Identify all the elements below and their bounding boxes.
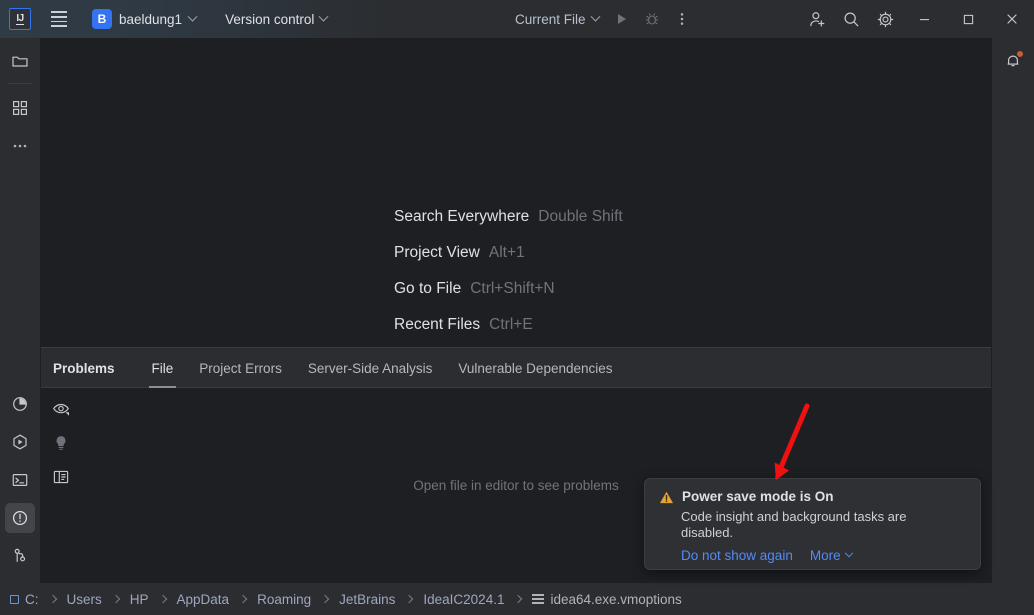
hint-row: Go to File Ctrl+Shift+N — [41, 280, 991, 316]
file-lines-icon — [532, 594, 545, 604]
breadcrumb-separator-icon — [158, 594, 167, 604]
right-tool-window-stripe — [991, 38, 1034, 583]
breadcrumb-separator-icon — [48, 594, 57, 604]
breadcrumb-separator-icon — [111, 594, 121, 604]
tab-vulnerable-dependencies[interactable]: Vulnerable Dependencies — [445, 349, 625, 388]
problems-panel-title: Problems — [53, 360, 115, 376]
warning-triangle-icon — [659, 491, 674, 504]
breadcrumb-item-ideaic[interactable]: IdeaIC2024.1 — [423, 592, 504, 607]
run-configuration-label: Current File — [515, 11, 586, 27]
chevron-down-icon — [187, 11, 198, 22]
hint-label: Recent Files — [394, 316, 481, 333]
power-save-notification-popup[interactable]: Power save mode is On Code insight and b… — [644, 478, 981, 570]
gear-icon[interactable] — [868, 2, 902, 36]
close-icon[interactable] — [990, 0, 1034, 38]
hint-shortcut: Double Shift — [538, 208, 623, 225]
run-icon[interactable] — [608, 5, 636, 33]
hint-label: Project View — [394, 244, 480, 261]
notification-more-button[interactable]: More — [809, 548, 853, 563]
breadcrumb-item-drive[interactable]: C: — [25, 592, 39, 607]
left-stripe-bottom-group — [5, 381, 35, 583]
debug-icon[interactable] — [638, 5, 666, 33]
hamburger-menu-icon[interactable] — [42, 2, 76, 36]
sidebar-item-profiler[interactable] — [5, 389, 35, 419]
editor-shortcut-hints: Search Everywhere Double Shift Project V… — [41, 208, 991, 352]
hint-row: Recent Files Ctrl+E — [41, 316, 991, 352]
sidebar-item-version-control[interactable] — [5, 541, 35, 571]
sidebar-item-problems[interactable] — [5, 503, 35, 533]
breadcrumb-item-roaming[interactable]: Roaming — [257, 592, 311, 607]
version-control-widget[interactable]: Version control — [219, 6, 333, 32]
run-configuration-selector[interactable]: Current File — [508, 6, 606, 32]
breadcrumb-separator-icon — [238, 594, 248, 604]
notification-actions: Do not show again More — [681, 548, 968, 563]
chevron-down-icon — [318, 11, 329, 22]
status-bar: C: Users HP AppData Roaming JetBrains Id… — [0, 583, 1034, 615]
left-tool-window-stripe — [0, 38, 41, 583]
breadcrumb-item-file[interactable]: idea64.exe.vmoptions — [550, 592, 681, 607]
tab-server-side-analysis[interactable]: Server-Side Analysis — [295, 349, 446, 388]
breadcrumb-separator-icon — [320, 594, 330, 604]
tab-project-errors[interactable]: Project Errors — [186, 349, 295, 388]
project-badge: B — [92, 9, 112, 29]
hint-shortcut: Alt+1 — [488, 244, 525, 261]
notifications-bell-icon[interactable] — [998, 46, 1028, 76]
breadcrumb-separator-icon — [514, 594, 523, 604]
more-vertical-icon[interactable] — [668, 5, 696, 33]
notification-title: Power save mode is On — [682, 489, 834, 504]
editor-empty-area: Search Everywhere Double Shift Project V… — [41, 38, 991, 348]
title-bar-left-group: IJ B baeldung1 Version control — [0, 0, 333, 38]
chevron-down-icon — [844, 548, 853, 557]
breadcrumb-item-hp[interactable]: HP — [130, 592, 149, 607]
breadcrumb-item-appdata[interactable]: AppData — [177, 592, 230, 607]
breadcrumb-item-users[interactable]: Users — [67, 592, 102, 607]
ij-logo-icon[interactable]: IJ — [9, 8, 31, 30]
project-name-label: baeldung1 — [119, 11, 183, 27]
drive-icon — [10, 594, 19, 604]
sidebar-item-more[interactable] — [5, 131, 35, 161]
hint-row: Search Everywhere Double Shift — [41, 208, 991, 244]
do-not-show-again-link[interactable]: Do not show again — [681, 548, 793, 563]
chevron-down-icon — [590, 11, 600, 22]
search-icon[interactable] — [834, 2, 868, 36]
notification-body-text: Code insight and background tasks are di… — [681, 509, 907, 540]
hint-label: Search Everywhere — [394, 208, 530, 225]
sidebar-item-project[interactable] — [5, 46, 35, 76]
breadcrumb: C: Users HP AppData Roaming JetBrains Id… — [10, 583, 682, 615]
add-user-icon[interactable] — [800, 2, 834, 36]
tab-file[interactable]: File — [139, 349, 187, 388]
notification-badge-dot — [1016, 50, 1024, 58]
breadcrumb-item-jetbrains[interactable]: JetBrains — [339, 592, 395, 607]
stripe-divider — [8, 83, 32, 84]
run-widget-group: Current File — [508, 0, 696, 38]
problems-tab-bar: Problems File Project Errors Server-Side… — [41, 349, 991, 388]
breadcrumb-separator-icon — [405, 594, 414, 604]
maximize-icon[interactable] — [946, 0, 990, 38]
title-bar: IJ B baeldung1 Version control Current F… — [0, 0, 1034, 38]
project-selector[interactable]: B baeldung1 — [88, 6, 203, 32]
title-bar-right-group — [800, 0, 1034, 38]
sidebar-item-terminal[interactable] — [5, 465, 35, 495]
sidebar-item-structure[interactable] — [5, 93, 35, 123]
sidebar-item-services[interactable] — [5, 427, 35, 457]
intellij-idea-window: IJ B baeldung1 Version control Current F… — [0, 0, 1034, 615]
hint-shortcut: Ctrl+Shift+N — [470, 280, 555, 297]
more-label: More — [809, 548, 841, 563]
notification-header: Power save mode is On — [659, 489, 968, 505]
minimize-icon[interactable] — [902, 0, 946, 38]
hint-shortcut: Ctrl+E — [489, 316, 533, 333]
hint-row: Project View Alt+1 — [41, 244, 991, 280]
hint-label: Go to File — [394, 280, 462, 297]
version-control-label: Version control — [225, 11, 315, 27]
